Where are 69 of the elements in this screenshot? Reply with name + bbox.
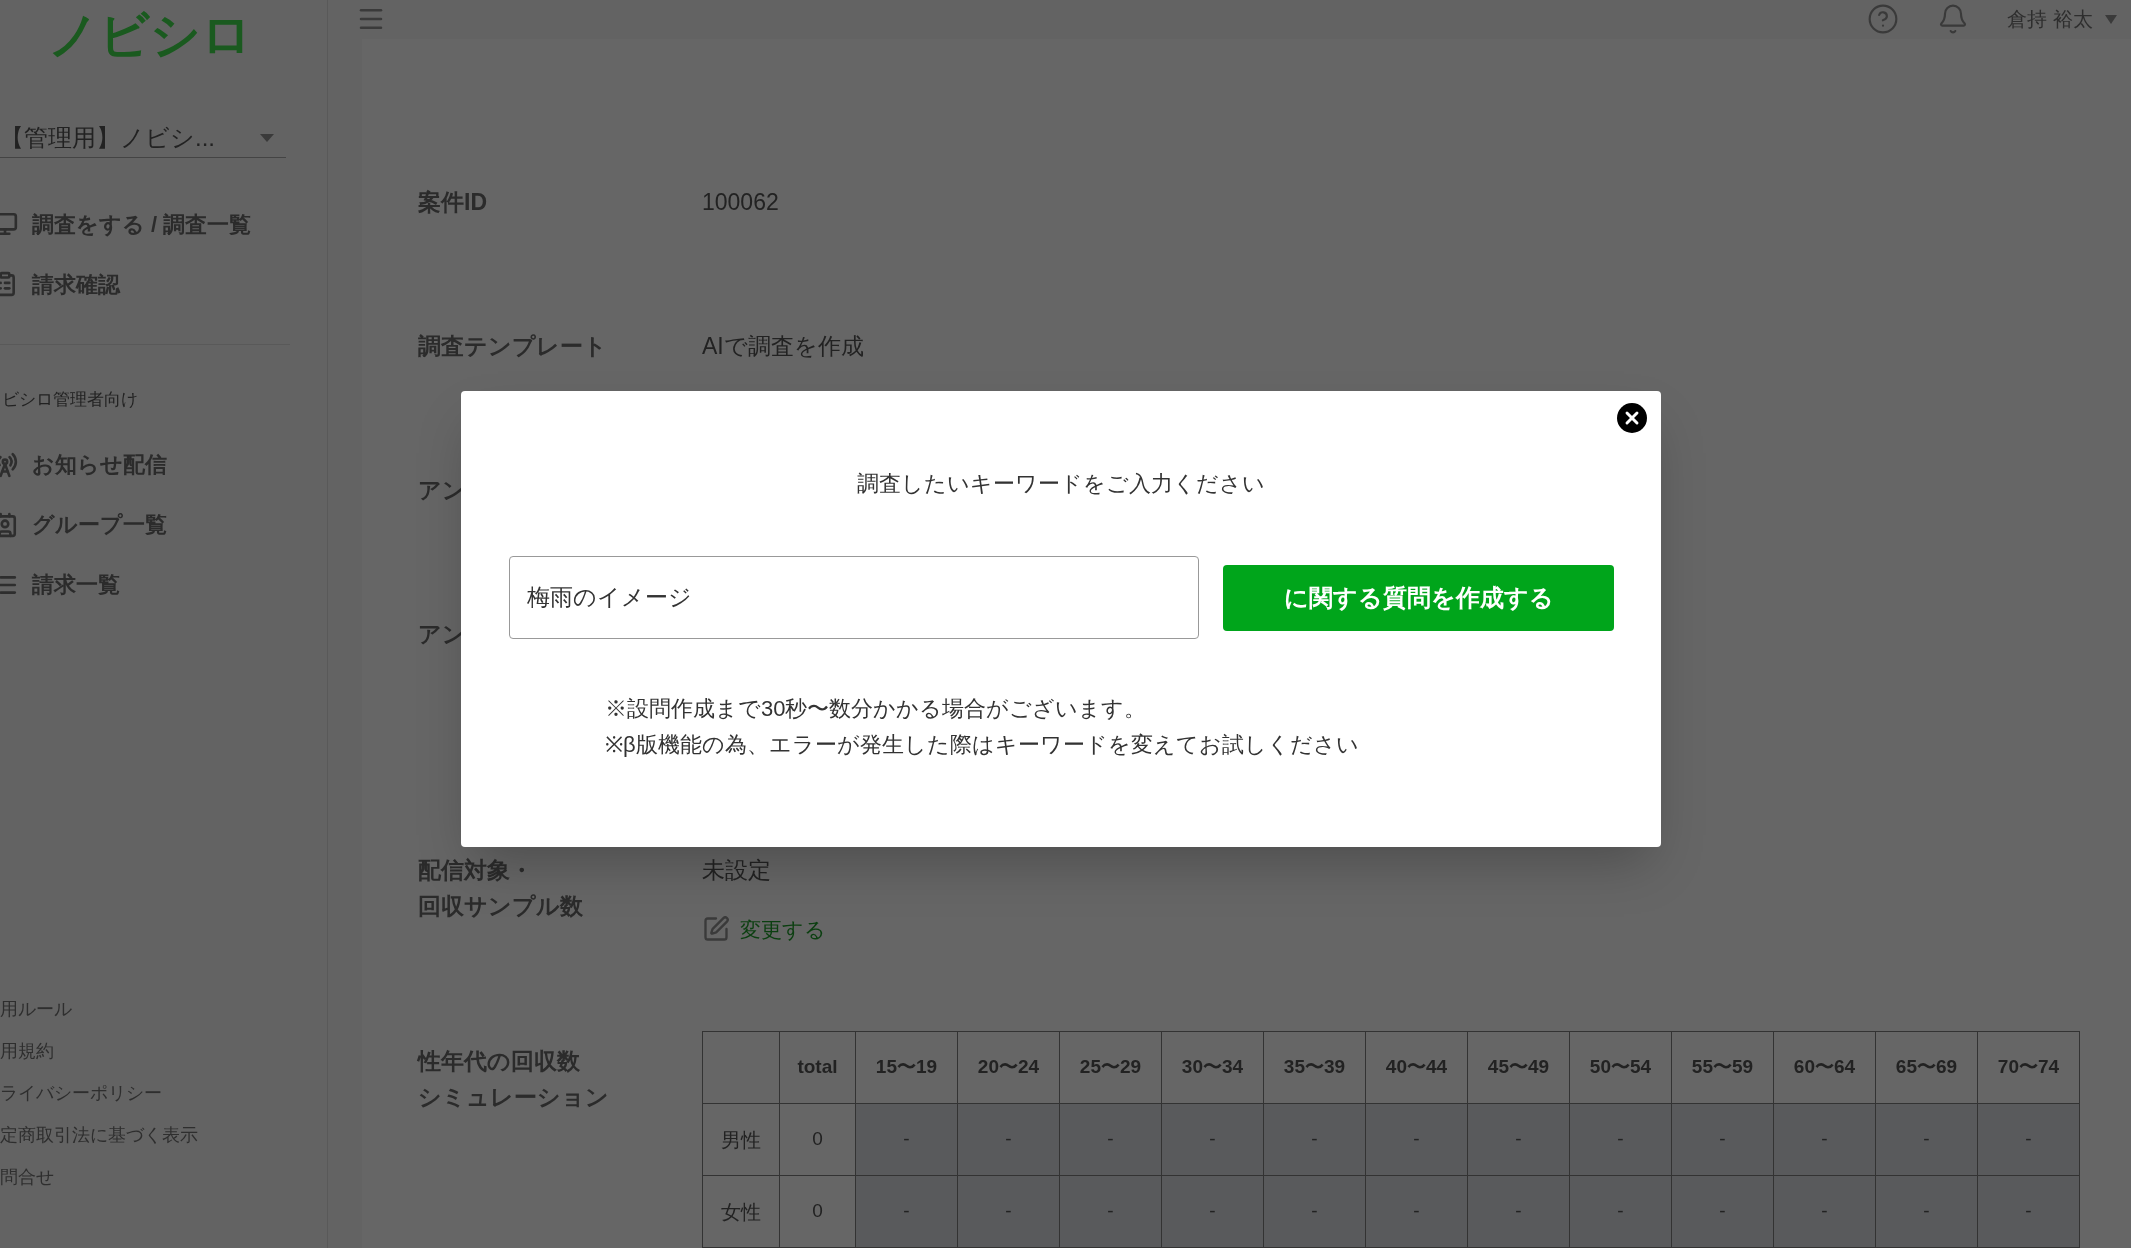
note-text: ※設問作成まで30秒〜数分かかる場合がございます。 xyxy=(605,695,1148,723)
table-cell: - xyxy=(1263,1175,1366,1248)
column-header: 65〜69 xyxy=(1875,1031,1978,1104)
table-cell: - xyxy=(1671,1103,1774,1176)
table-cell: - xyxy=(855,1103,958,1176)
field-label: 案件ID xyxy=(418,187,488,217)
column-header: 40〜44 xyxy=(1365,1031,1468,1104)
table-cell: - xyxy=(1365,1175,1468,1248)
table-cell: - xyxy=(1059,1103,1162,1176)
table-cell: - xyxy=(1569,1175,1672,1248)
field-value: AIで調査を作成 xyxy=(702,331,864,361)
column-header: 70〜74 xyxy=(1977,1031,2080,1104)
table-cell: - xyxy=(1773,1103,1876,1176)
section-label: 性年代の回収数 シミュレーション xyxy=(418,1048,609,1110)
table-cell: - xyxy=(1161,1175,1264,1248)
field-value: 100062 xyxy=(702,187,779,217)
table-cell: - xyxy=(1773,1175,1876,1248)
column-header: 15〜19 xyxy=(855,1031,958,1104)
section-title: ビシロ管理者向け xyxy=(1,389,139,411)
column-header: 45〜49 xyxy=(1467,1031,1570,1104)
account-select[interactable]: 【管理用】ノビシ... xyxy=(0,118,286,158)
sidebar-item[interactable]: お知らせ配信 xyxy=(0,446,327,483)
column-header: 30〜34 xyxy=(1161,1031,1264,1104)
field-label: 配信対象・ 回収サンプル数 xyxy=(418,855,584,921)
table-cell: - xyxy=(1161,1103,1264,1176)
sidebar-item[interactable]: グループ一覧 xyxy=(0,506,327,543)
sidebar-item[interactable]: 請求一覧 xyxy=(0,566,327,603)
table-cell: 0 xyxy=(779,1175,856,1248)
column-header: 20〜24 xyxy=(957,1031,1060,1104)
field-label: 調査テンプレート xyxy=(418,331,608,361)
help-icon[interactable] xyxy=(1867,3,1900,36)
dialog-title: 調査したいキーワードをご入力ください xyxy=(857,470,1265,498)
column-header: 55〜59 xyxy=(1671,1031,1774,1104)
keyword-input[interactable]: 梅雨のイメージ xyxy=(509,556,1199,639)
sidebar-item-icon xyxy=(0,451,18,478)
table-cell: - xyxy=(957,1175,1060,1248)
row-header: 男性 xyxy=(702,1103,780,1176)
table-cell: - xyxy=(1875,1175,1978,1248)
sidebar-item-icon xyxy=(0,511,18,538)
column-header: 25〜29 xyxy=(1059,1031,1162,1104)
table-cell: - xyxy=(1467,1175,1570,1248)
table-cell: - xyxy=(957,1103,1060,1176)
logo: ノビシロ xyxy=(48,10,252,60)
table-cell: - xyxy=(1671,1175,1774,1248)
table-cell: - xyxy=(1977,1175,2080,1248)
table-cell: - xyxy=(1569,1103,1672,1176)
table-cell: - xyxy=(855,1175,958,1248)
caret-icon xyxy=(260,133,274,142)
table-cell: - xyxy=(1263,1103,1366,1176)
note-text: ※β版機能の為、エラーが発生した際はキーワードを変えてお試しください xyxy=(605,731,1359,759)
edit-icon xyxy=(702,915,730,944)
column-header: total xyxy=(779,1031,856,1104)
create-questions-button[interactable]: に関する質問を作成する xyxy=(1223,564,1614,631)
table-cell: - xyxy=(1977,1103,2080,1176)
column-header: 35〜39 xyxy=(1263,1031,1366,1104)
table-cell: - xyxy=(1365,1103,1468,1176)
edit-link[interactable]: 変更する xyxy=(702,913,826,945)
close-button[interactable] xyxy=(1617,403,1647,433)
caret-icon xyxy=(2105,14,2117,24)
sidebar-item[interactable]: 請求確認 xyxy=(0,266,327,302)
row-header: 女性 xyxy=(702,1175,780,1248)
table-cell: 0 xyxy=(779,1103,856,1176)
sidebar-item[interactable]: 調査をする / 調査一覧 xyxy=(0,206,327,242)
table-cell: - xyxy=(1875,1103,1978,1176)
field-value: 未設定 xyxy=(702,855,772,885)
column-header: 60〜64 xyxy=(1773,1031,1876,1104)
table-cell: - xyxy=(1467,1103,1570,1176)
column-header: 50〜54 xyxy=(1569,1031,1672,1104)
table-cell: - xyxy=(1059,1175,1162,1248)
